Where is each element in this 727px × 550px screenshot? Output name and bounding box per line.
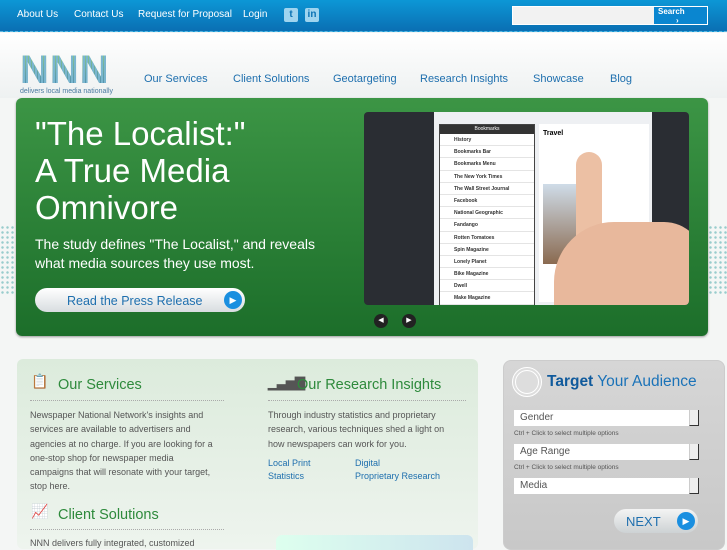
presentation-icon: 📈 xyxy=(31,503,49,519)
contact-us-link[interactable]: Contact Us xyxy=(74,9,123,20)
bookmark-item: Spin Magazine xyxy=(440,244,534,256)
bookmark-item: National Geographic xyxy=(440,207,534,220)
divider xyxy=(30,400,224,401)
nav-showcase[interactable]: Showcase xyxy=(533,73,584,85)
media-select[interactable]: Media xyxy=(514,478,699,494)
target-icon xyxy=(512,367,542,397)
age-range-select[interactable]: Age Range xyxy=(514,444,699,460)
select-hint: Ctrl + Click to select multiple options xyxy=(514,430,619,437)
bookmark-item: Fandango xyxy=(440,219,534,232)
bookmark-item: Dwell xyxy=(440,280,534,293)
research-text: Through industry statistics and propriet… xyxy=(268,408,444,451)
twitter-icon[interactable]: t xyxy=(284,8,298,22)
target-title: Target Your Audience xyxy=(547,373,697,390)
clipboard-check-icon: 📋 xyxy=(31,373,49,389)
button-label: Read the Press Release xyxy=(67,294,203,308)
bookmark-item: Make Magazine xyxy=(440,292,534,305)
next-label: NEXT xyxy=(626,514,661,529)
search-label: Search xyxy=(658,7,685,16)
nav-geotargeting[interactable]: Geotargeting xyxy=(333,73,397,85)
text-line: Newspaper National Network's insights an… xyxy=(30,410,204,420)
bookmarks-panel: Bookmarks History Bookmarks Bar Bookmarks … xyxy=(439,124,535,305)
hero-photo: Travel Bookmarks History Bookmarks Bar Boo… xyxy=(364,112,689,305)
search-input[interactable] xyxy=(513,7,654,24)
text-line: agencies at no charge. If you are lookin… xyxy=(30,438,213,449)
text-line: one-stop shop for newspaper media xyxy=(30,452,174,463)
dropdown-icon xyxy=(689,478,699,494)
digital-proprietary-research-link[interactable]: Digital Proprietary Research xyxy=(355,458,440,485)
client-text: NNN delivers fully integrated, customize… xyxy=(30,538,195,548)
bookmark-item: Bookmarks Bar xyxy=(440,146,534,159)
text-line: how newspapers can work for you. xyxy=(268,438,407,449)
search-button[interactable]: Search › xyxy=(654,7,707,25)
bookmark-item: Bike Magazine xyxy=(440,268,534,281)
logo[interactable]: NNN delivers local media nationally xyxy=(20,52,132,96)
play-arrow-icon: ▶ xyxy=(224,291,242,309)
hero-title: "The Localist:" A True Media Omnivore xyxy=(35,115,246,226)
login-link[interactable]: Login xyxy=(243,9,267,20)
bookmark-item: Bookmarks Menu xyxy=(440,158,534,171)
next-arrow-icon: ▶ xyxy=(677,512,695,530)
decorative-dots xyxy=(0,225,16,295)
target-audience-widget: Target Your Audience Gender Ctrl + Click… xyxy=(503,360,725,550)
bookmark-item: Facebook xyxy=(440,195,534,208)
text-line: Through industry statistics and propriet… xyxy=(268,410,436,420)
hero-slide: "The Localist:" A True Media Omnivore The … xyxy=(16,98,708,336)
showcase-thumbnail xyxy=(276,535,473,550)
text-line: campaigns that will resonate with your t… xyxy=(30,467,211,478)
local-print-statistics-link[interactable]: Local Print Statistics xyxy=(268,458,311,485)
hero-description: The study defines "The Localist," and re… xyxy=(35,236,315,271)
divider xyxy=(268,400,466,401)
nav-our-services[interactable]: Our Services xyxy=(144,73,208,85)
linkedin-icon[interactable]: in xyxy=(305,8,319,22)
client-solutions-heading: Client Solutions xyxy=(58,507,159,523)
next-button[interactable]: NEXT ▶ xyxy=(614,509,698,533)
decorative-dots xyxy=(708,225,727,295)
research-insights-heading: Our Research Insights xyxy=(297,377,442,393)
nav-research-insights[interactable]: Research Insights xyxy=(420,73,508,85)
request-proposal-link[interactable]: Request for Proposal xyxy=(138,9,232,20)
logo-mark: NNN xyxy=(20,52,132,88)
bar-chart-icon: ▁▃▅▇ xyxy=(268,375,305,390)
bookmark-item: The Wall Street Journal xyxy=(440,183,534,195)
dropdown-icon xyxy=(689,444,699,460)
carousel-next-button[interactable]: ▶ xyxy=(402,314,416,328)
select-hint: Ctrl + Click to select multiple options xyxy=(514,464,619,471)
search-arrow-icon: › xyxy=(676,16,679,25)
our-services-heading: Our Services xyxy=(58,377,142,393)
web-heading: Travel xyxy=(543,130,564,137)
gender-select[interactable]: Gender xyxy=(514,410,699,426)
read-press-release-button[interactable]: Read the Press Release ▶ xyxy=(35,288,245,312)
text-line: stop here. xyxy=(30,481,71,492)
bookmark-item: History xyxy=(440,134,534,147)
bookmark-item: Rotten Tomatoes xyxy=(440,232,534,244)
bookmarks-title: Bookmarks xyxy=(440,125,534,134)
top-bar: About Us Contact Us Request for Proposal… xyxy=(0,0,727,32)
info-panel: 📋 Our Services Newspaper National Networ… xyxy=(17,359,478,549)
divider xyxy=(30,529,224,530)
nav-client-solutions[interactable]: Client Solutions xyxy=(233,73,309,85)
services-text: Newspaper National Network's insights an… xyxy=(30,408,213,494)
bookmark-item: Lonely Planet xyxy=(440,256,534,269)
search-form: Search › xyxy=(512,6,708,25)
text-line: services are available to advertisers an… xyxy=(30,424,191,435)
dropdown-icon xyxy=(689,410,699,426)
bookmark-item: The New York Times xyxy=(440,171,534,183)
nav-blog[interactable]: Blog xyxy=(610,73,632,85)
about-us-link[interactable]: About Us xyxy=(17,9,58,20)
text-line: research, various techniques shed a ligh… xyxy=(268,424,445,435)
carousel-prev-button[interactable]: ◀ xyxy=(374,314,388,328)
logo-tagline: delivers local media nationally xyxy=(20,88,113,95)
